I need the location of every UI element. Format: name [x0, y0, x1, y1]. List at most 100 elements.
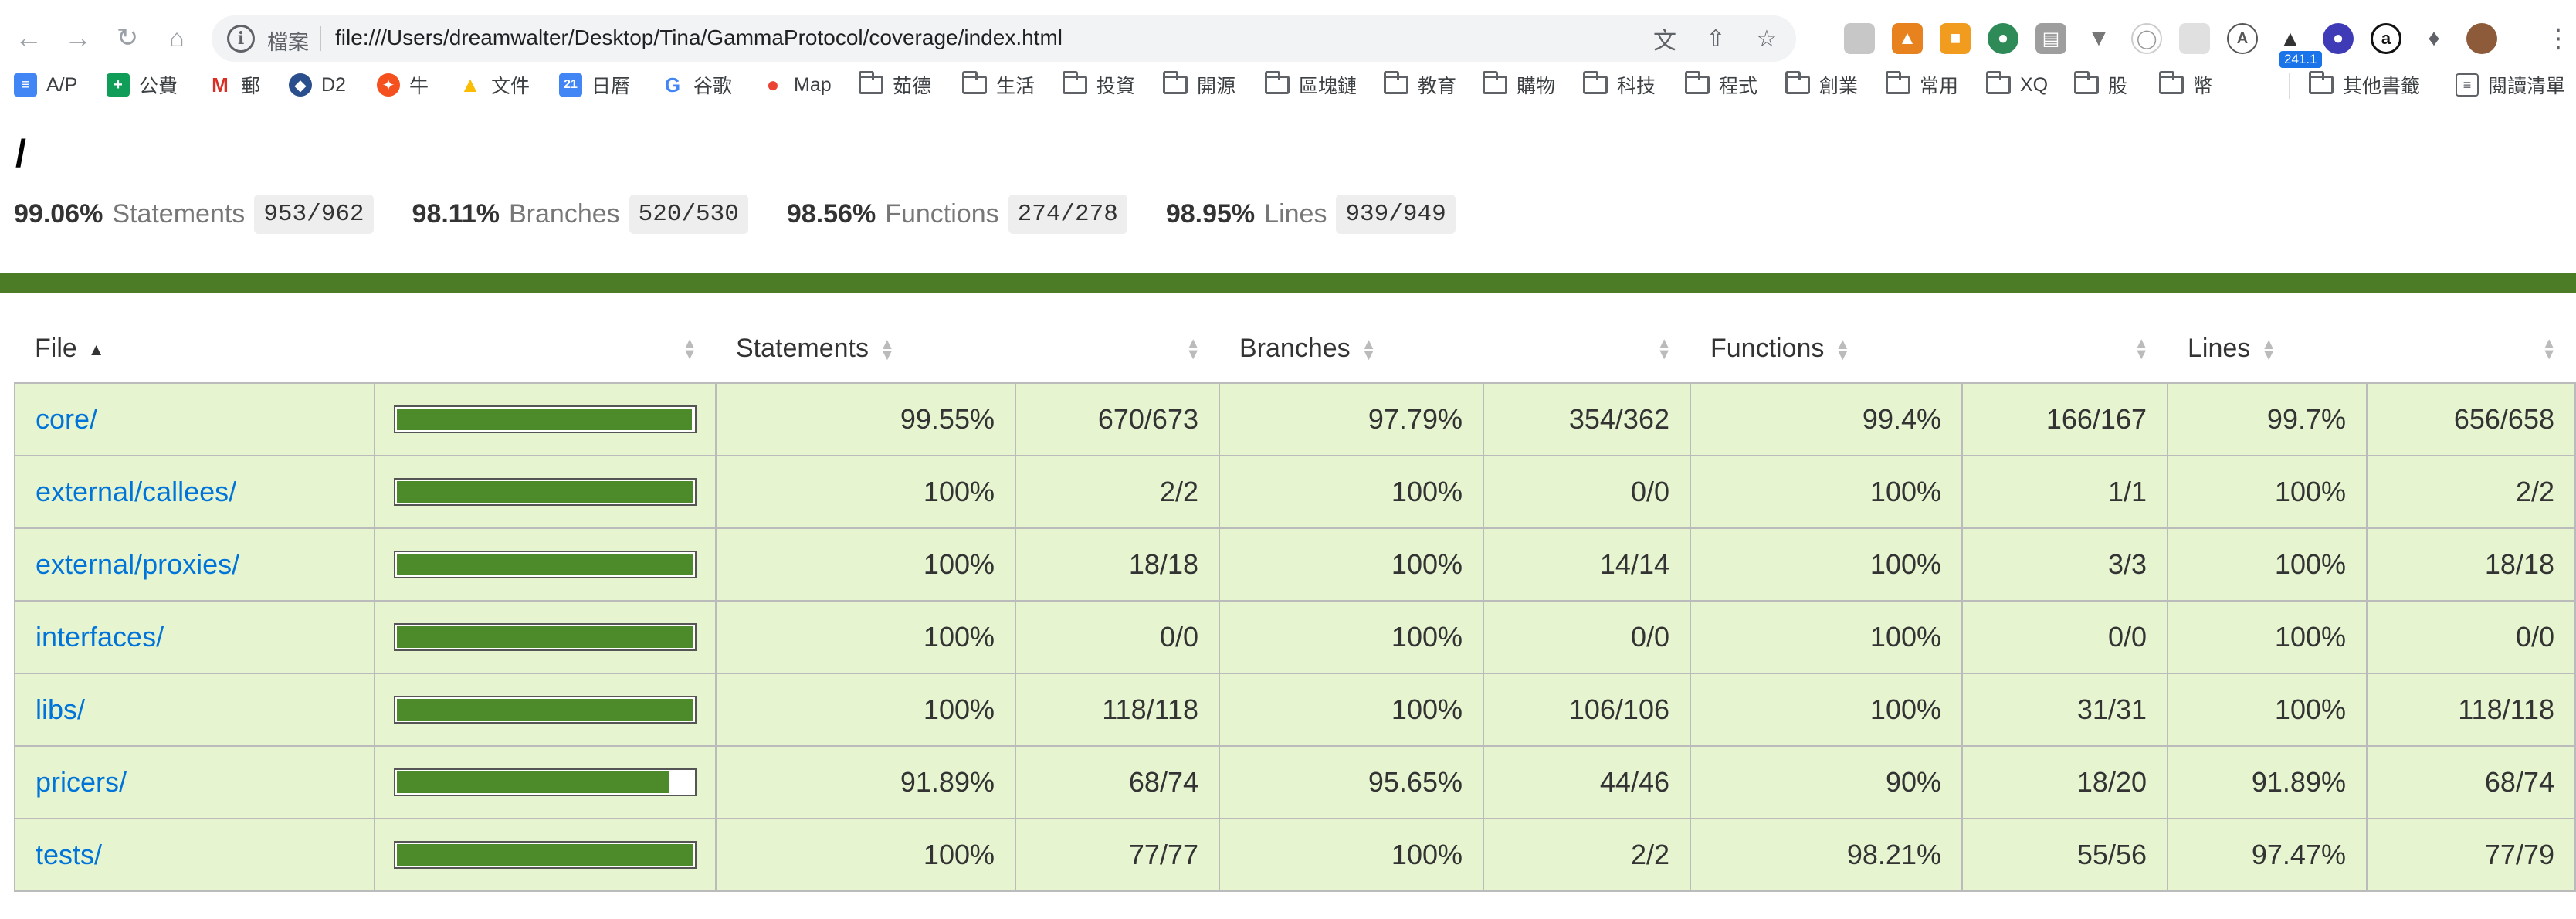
bookmark-folder[interactable]: 常用: [1886, 68, 1958, 102]
bookmark-folder[interactable]: 開源: [1163, 68, 1235, 102]
extension-icon[interactable]: ●: [2323, 23, 2354, 54]
bookmark-label: 牛: [409, 76, 429, 97]
info-icon[interactable]: i: [227, 25, 255, 53]
bookmark-item[interactable]: ≡ A/P: [14, 68, 77, 102]
table-row: libs/100% 118/118 100% 106/106 100% 31/31 100%…: [14, 673, 2576, 747]
bookmark-item[interactable]: ✦ 牛: [377, 68, 429, 102]
translate-icon[interactable]: 文: [1651, 23, 1679, 54]
bookmark-folder[interactable]: 創業: [1785, 68, 1858, 102]
lines-pct-cell: 91.89%: [2167, 745, 2368, 819]
file-link[interactable]: external/proxies/: [36, 548, 239, 580]
branches-column-header[interactable]: Branches ▲ ▼ ▲ ▼: [1219, 315, 1690, 383]
sort-icon[interactable]: ▲ ▼: [682, 336, 697, 362]
reading-list-button[interactable]: ≡ 閱讀清單: [2456, 68, 2565, 102]
file-link[interactable]: libs/: [36, 693, 85, 725]
sort-icon[interactable]: ▲ ▼: [2541, 336, 2557, 362]
functions-column-header[interactable]: Functions ▲ ▼ ▲ ▼: [1690, 315, 2168, 383]
bookmark-label: 郵: [241, 76, 261, 97]
vue-devtools-icon[interactable]: ▼: [2083, 23, 2114, 54]
calendar-icon: 21: [559, 73, 582, 97]
lines-column-header[interactable]: Lines ▲ ▼ ▲ ▼: [2168, 315, 2575, 383]
summary-label: Statements: [112, 199, 246, 229]
home-icon[interactable]: ⌂: [158, 19, 196, 57]
avatar[interactable]: [2466, 23, 2497, 54]
statements-column-header[interactable]: Statements ▲ ▼ ▲ ▼: [716, 315, 1219, 383]
statements-abs-cell: 670/673: [1015, 382, 1220, 456]
sort-icon[interactable]: ▲ ▼: [1656, 336, 1672, 362]
extension-icon[interactable]: ■: [1940, 23, 1971, 54]
bookmark-item[interactable]: G 谷歌: [661, 68, 732, 102]
bookmark-folder[interactable]: 教育: [1384, 68, 1456, 102]
folder-icon: [962, 71, 987, 94]
globe-extension-icon[interactable]: ●: [1988, 23, 2018, 54]
bookmark-label: 投資: [1096, 76, 1136, 97]
bookmark-item[interactable]: ▲ 文件: [459, 68, 530, 102]
branches-abs-cell: 14/14: [1483, 527, 1691, 602]
coverage-bar: [394, 405, 697, 433]
extension-icon[interactable]: ◯: [2131, 23, 2162, 54]
reload-icon[interactable]: ↻: [108, 19, 147, 57]
coverage-bar-fill: [397, 844, 693, 866]
summary-pct: 98.56%: [786, 199, 876, 229]
bookmark-folder[interactable]: 程式: [1685, 68, 1757, 102]
coverage-bar-fill: [397, 771, 669, 793]
sort-icon[interactable]: ▲ ▼: [2134, 336, 2149, 362]
browser-chrome: ← → ↻ ⌂ i 檔案 file:///Users/dreamwalter/D…: [0, 0, 2576, 114]
bookmark-item[interactable]: ● Map: [761, 68, 832, 102]
bookmark-label: 文件: [491, 76, 530, 97]
share-icon[interactable]: ⇧: [1702, 23, 1730, 54]
coverage-bar: [394, 841, 697, 869]
file-cell: external/proxies/: [14, 527, 375, 602]
bookmark-item[interactable]: ◆ D2: [289, 68, 346, 102]
other-bookmarks-folder[interactable]: 其他書籤: [2309, 68, 2420, 102]
functions-abs-cell: 0/0: [1961, 600, 2168, 674]
a-circle-icon[interactable]: a: [2371, 23, 2401, 54]
bookmark-folder[interactable]: XQ: [1986, 68, 2048, 102]
column-label: File: [35, 334, 77, 363]
statements-pct-cell: 91.89%: [715, 745, 1016, 819]
branches-pct-cell: 100%: [1219, 818, 1484, 892]
extension-icon[interactable]: [2179, 23, 2210, 54]
url-text[interactable]: file:///Users/dreamwalter/Desktop/Tina/G…: [335, 25, 1063, 50]
summary-statements: 99.06% Statements 953/962: [14, 195, 374, 234]
file-column-header[interactable]: File ▲ ▲ ▼: [15, 315, 716, 383]
address-bar[interactable]: i 檔案 file:///Users/dreamwalter/Desktop/T…: [212, 15, 1796, 62]
doc-icon: ≡: [14, 73, 37, 97]
back-arrow-icon[interactable]: ←: [9, 19, 48, 57]
file-link[interactable]: interfaces/: [36, 621, 164, 653]
extension-icon[interactable]: ▤: [2035, 23, 2066, 54]
a-circle-icon[interactable]: A: [2227, 23, 2258, 54]
bookmark-folder[interactable]: 生活: [962, 68, 1035, 102]
more-menu-icon[interactable]: ⋮: [2545, 25, 2571, 52]
extension-icon[interactable]: [1844, 23, 1875, 54]
bookmark-folder[interactable]: 購物: [1483, 68, 1555, 102]
triangle-extension-icon[interactable]: ▲: [2275, 23, 2306, 54]
forward-arrow-icon[interactable]: →: [59, 19, 97, 57]
lines-pct-cell: 100%: [2167, 673, 2368, 747]
lines-abs-cell: 2/2: [2366, 455, 2576, 529]
bookmark-star-icon[interactable]: ☆: [1753, 23, 1781, 54]
bookmark-folder[interactable]: 茹德: [859, 68, 931, 102]
coverage-summary: 99.06% Statements 953/962 98.11% Branche…: [14, 195, 1456, 234]
file-link[interactable]: core/: [36, 403, 97, 435]
bookmark-item[interactable]: + 公費: [107, 68, 178, 102]
puzzle-icon[interactable]: ♦: [2418, 23, 2449, 54]
bookmark-folder[interactable]: 股: [2074, 68, 2127, 102]
browser-toolbar: ← → ↻ ⌂ i 檔案 file:///Users/dreamwalter/D…: [0, 11, 2576, 68]
bookmark-item[interactable]: 21 日曆: [559, 68, 630, 102]
bookmark-folder[interactable]: 幣: [2159, 68, 2212, 102]
table-row: external/proxies/100% 18/18 100% 14/14 100% 3…: [14, 527, 2576, 602]
folder-icon: [1384, 71, 1408, 94]
file-link[interactable]: tests/: [36, 839, 102, 870]
metamask-icon[interactable]: ▲: [1892, 23, 1923, 54]
bookmark-folder[interactable]: 科技: [1583, 68, 1656, 102]
table-row: tests/100% 77/77 100% 2/2 98.21% 55/56 97.47% 7…: [14, 818, 2576, 892]
bookmark-item[interactable]: M 郵: [208, 68, 260, 102]
file-link[interactable]: pricers/: [36, 766, 127, 798]
bookmark-folder[interactable]: 區塊鏈: [1265, 68, 1357, 102]
bookmark-folder[interactable]: 投資: [1063, 68, 1135, 102]
bookmark-label: 公費: [139, 76, 178, 97]
sort-icon[interactable]: ▲ ▼: [1185, 336, 1201, 362]
reading-list-icon: ≡: [2456, 73, 2479, 97]
file-link[interactable]: external/callees/: [36, 476, 236, 507]
